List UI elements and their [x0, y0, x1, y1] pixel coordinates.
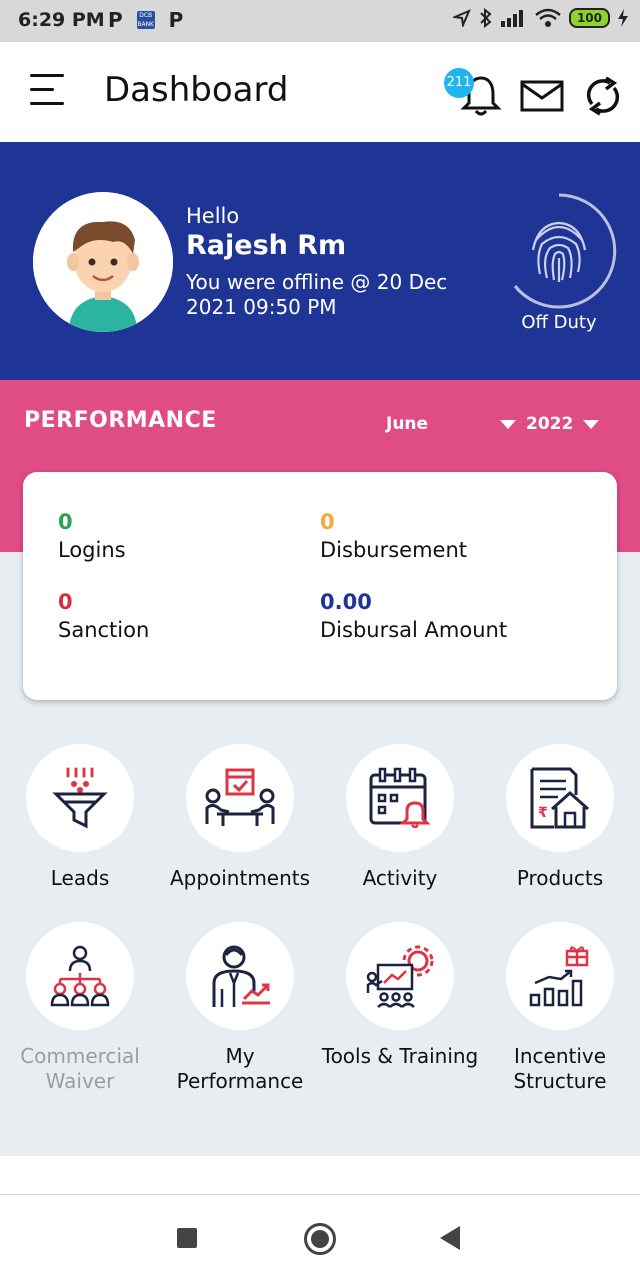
stat-value: 0 [58, 590, 73, 614]
presentation-gear-icon [366, 945, 434, 1008]
stat-value: 0 [58, 510, 73, 534]
bluetooth-icon [480, 8, 492, 28]
tile-appointments[interactable]: Appointments [160, 744, 320, 891]
calendar-alarm-icon [369, 767, 431, 829]
tile-icon-circle [26, 744, 134, 852]
last-seen: You were offline @ 20 Dec 2021 09:50 PM [186, 270, 448, 319]
signal-icon [500, 10, 523, 27]
tile-icon-circle [26, 922, 134, 1030]
system-nav-bar [0, 1195, 640, 1280]
menu-icon [30, 74, 64, 77]
tile-icon-circle [186, 744, 294, 852]
charging-icon [618, 9, 628, 27]
document-house-icon: ₹ [530, 767, 589, 829]
tile-label: Tools & Training [321, 1044, 479, 1068]
home-button[interactable] [304, 1223, 336, 1255]
app-bar: Dashboard 211 [0, 42, 640, 142]
bank-icon: DCB BANK [136, 11, 155, 29]
status-system-icons: 100 [452, 8, 628, 28]
year-value: 2022 [526, 414, 574, 434]
stat-logins: 0 Logins [58, 510, 126, 562]
stat-value: 0.00 [320, 590, 372, 614]
notifications-button[interactable]: 211 [444, 68, 504, 118]
status-time: 6:29 PM [18, 9, 105, 31]
battery-icon: 100 [568, 8, 610, 28]
performance-card: 0 Logins 0 Disbursement 0 Sanction 0.00 … [23, 472, 617, 700]
sync-icon[interactable] [584, 76, 622, 116]
status-bar: 6:29 PM P DCB BANK P 100 [0, 0, 640, 42]
fingerprint-icon [531, 221, 587, 282]
mail-icon[interactable] [520, 80, 564, 112]
status-notification-icons: P DCB BANK P [108, 8, 183, 32]
wifi-icon [535, 8, 561, 27]
stat-sanction: 0 Sanction [58, 590, 149, 642]
avatar-illustration [33, 192, 173, 332]
tile-label: Leads [50, 866, 110, 890]
tile-label: Incentive Structure [513, 1044, 607, 1093]
chevron-down-icon [500, 419, 516, 429]
tile-label: Appointments [169, 866, 311, 890]
stat-label: Disbursement [320, 538, 467, 562]
location-icon [452, 9, 471, 27]
menu-button[interactable] [30, 74, 68, 112]
month-value: June [386, 414, 429, 434]
tile-label: My Performance [176, 1044, 304, 1093]
funnel-icon [52, 767, 108, 829]
month-selector[interactable]: June [386, 414, 428, 434]
tile-icon-circle [346, 744, 454, 852]
user-name: Rajesh Rm [186, 230, 347, 261]
profile-header: Hello Rajesh Rm You were offline @ 20 De… [0, 142, 640, 380]
stat-disbursal-amount: 0.00 Disbursal Amount [320, 590, 507, 642]
tile-incentive-structure[interactable]: Incentive Structure [480, 922, 640, 1094]
svg-text:₹: ₹ [538, 805, 548, 821]
tile-commercial-waiver[interactable]: Commercial Waiver [0, 922, 160, 1094]
stat-label: Disbursal Amount [320, 618, 508, 642]
tile-label: Commercial Waiver [20, 1044, 140, 1093]
tile-my-performance[interactable]: My Performance [160, 922, 320, 1094]
fingerprint-duty-button[interactable] [500, 192, 618, 310]
performance-title: PERFORMANCE [24, 408, 217, 433]
notification-badge: 211 [444, 68, 474, 98]
avatar[interactable] [33, 192, 173, 332]
back-button[interactable] [440, 1226, 460, 1250]
duty-status-label: Off Duty [521, 312, 597, 333]
stat-label: Sanction [58, 618, 150, 642]
stat-value: 0 [320, 510, 335, 534]
tile-label: Products [516, 866, 604, 890]
greeting: Hello [186, 204, 240, 228]
person-growth-icon [212, 945, 270, 1007]
tile-products[interactable]: ₹ Products [480, 744, 640, 891]
stat-disbursement: 0 Disbursement [320, 510, 467, 562]
tile-leads[interactable]: Leads [0, 744, 160, 891]
stat-label: Logins [58, 538, 126, 562]
recent-apps-button[interactable] [177, 1228, 197, 1248]
chevron-down-icon [583, 419, 600, 429]
paytm-icon: P [108, 8, 123, 32]
tile-icon-circle [506, 922, 614, 1030]
tile-icon-circle [186, 922, 294, 1030]
year-selector[interactable]: 2022 [500, 414, 600, 434]
bar-chart-gift-icon [529, 946, 589, 1007]
tile-icon-circle: ₹ [506, 744, 614, 852]
org-chart-icon [50, 945, 110, 1007]
tile-tools-training[interactable]: Tools & Training [320, 922, 480, 1069]
tile-activity[interactable]: Activity [320, 744, 480, 891]
tile-label: Activity [362, 866, 438, 890]
tile-icon-circle [346, 922, 454, 1030]
meeting-icon [205, 768, 275, 826]
paytm-icon: P [168, 8, 184, 32]
page-title: Dashboard [104, 70, 289, 110]
